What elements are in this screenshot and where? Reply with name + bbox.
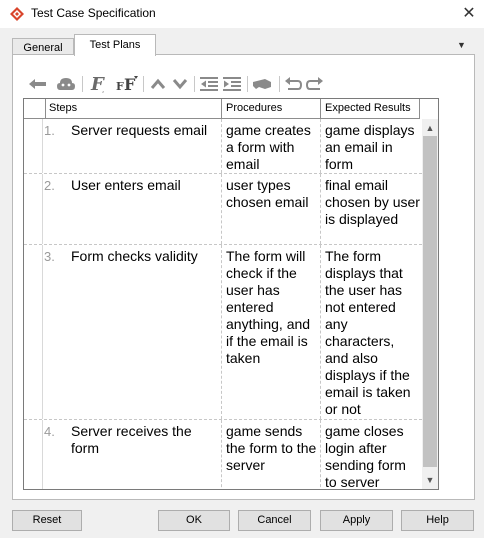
step-cell[interactable]: Form checks validity [68,245,222,419]
tab-menu-chevron-down-icon[interactable]: ▼ [457,40,466,50]
svg-text:F: F [124,75,136,94]
step-cell[interactable]: User enters email [68,174,222,244]
procedure-cell[interactable]: The form will check if the user has ente… [222,245,321,419]
table-row[interactable]: 2. User enters email user types chosen e… [24,174,422,245]
scroll-up-icon[interactable]: ▲ [422,121,438,135]
table-row[interactable]: 4. Server receives the form game sends t… [24,420,422,489]
toolbar-separator [82,76,83,92]
move-down-icon[interactable] [170,73,190,95]
toolbar-separator [194,76,195,92]
table-row[interactable]: 3. Form checks validity The form will ch… [24,245,422,420]
help-button[interactable]: Help [401,510,474,531]
redo-icon[interactable] [305,73,325,95]
row-number: 3. [44,249,55,264]
svg-text:,: , [102,86,104,94]
title-bar: Test Case Specification ✕ [0,0,484,28]
row-number: 1. [44,123,55,138]
outdent-icon[interactable] [198,73,220,95]
scroll-down-icon[interactable]: ▼ [422,473,438,487]
vertical-scrollbar[interactable]: ▲ ▼ [422,119,438,489]
font-size-icon[interactable]: FF [115,73,139,95]
expected-result-cell[interactable]: final email chosen by user is displayed [321,174,422,244]
toolbar-separator [247,76,248,92]
tab-test-plans[interactable]: Test Plans [74,34,156,56]
arrow-left-icon[interactable] [27,73,49,95]
procedure-cell[interactable]: user types chosen email [222,174,321,244]
cloud-icon[interactable] [55,73,77,95]
highlighter-icon[interactable] [251,73,275,95]
expected-result-cell[interactable]: game closes login after sending form to … [321,420,422,489]
step-cell[interactable]: Server receives the form [68,420,222,489]
procedure-cell[interactable]: game creates a form with email [222,119,321,173]
header-procedures[interactable]: Procedures [222,99,321,119]
diamond-app-icon [9,6,25,22]
tab-bar: General Test Plans ▼ [0,28,484,56]
reset-button[interactable]: Reset [12,510,82,531]
test-steps-table: Steps Procedures Expected Results 1. Ser… [23,98,439,490]
move-up-icon[interactable] [148,73,168,95]
header-steps[interactable]: Steps [46,99,222,119]
toolbar-separator [279,76,280,92]
undo-icon[interactable] [283,73,303,95]
expected-result-cell[interactable]: The form displays that the user has not … [321,245,422,419]
font-icon[interactable]: F, [87,73,111,95]
table-header: Steps Procedures Expected Results [24,99,438,119]
cancel-button[interactable]: Cancel [238,510,311,531]
step-cell[interactable]: Server requests email [68,119,222,173]
close-icon[interactable]: ✕ [458,3,480,25]
table-row[interactable]: 1. Server requests email game creates a … [24,119,422,174]
header-expected-results[interactable]: Expected Results [321,99,420,119]
editor-toolbar: F, FF [27,73,327,95]
svg-text:F: F [116,80,124,93]
toolbar-separator [143,76,144,92]
indent-icon[interactable] [221,73,243,95]
procedure-cell[interactable]: game sends the form to the server [222,420,321,489]
row-number: 4. [44,424,55,439]
apply-button[interactable]: Apply [320,510,393,531]
ok-button[interactable]: OK [158,510,230,531]
window-title: Test Case Specification [31,6,156,20]
row-number: 2. [44,178,55,193]
expected-result-cell[interactable]: game displays an email in form [321,119,422,173]
scrollbar-thumb[interactable] [423,136,437,467]
header-row-number [24,99,46,119]
